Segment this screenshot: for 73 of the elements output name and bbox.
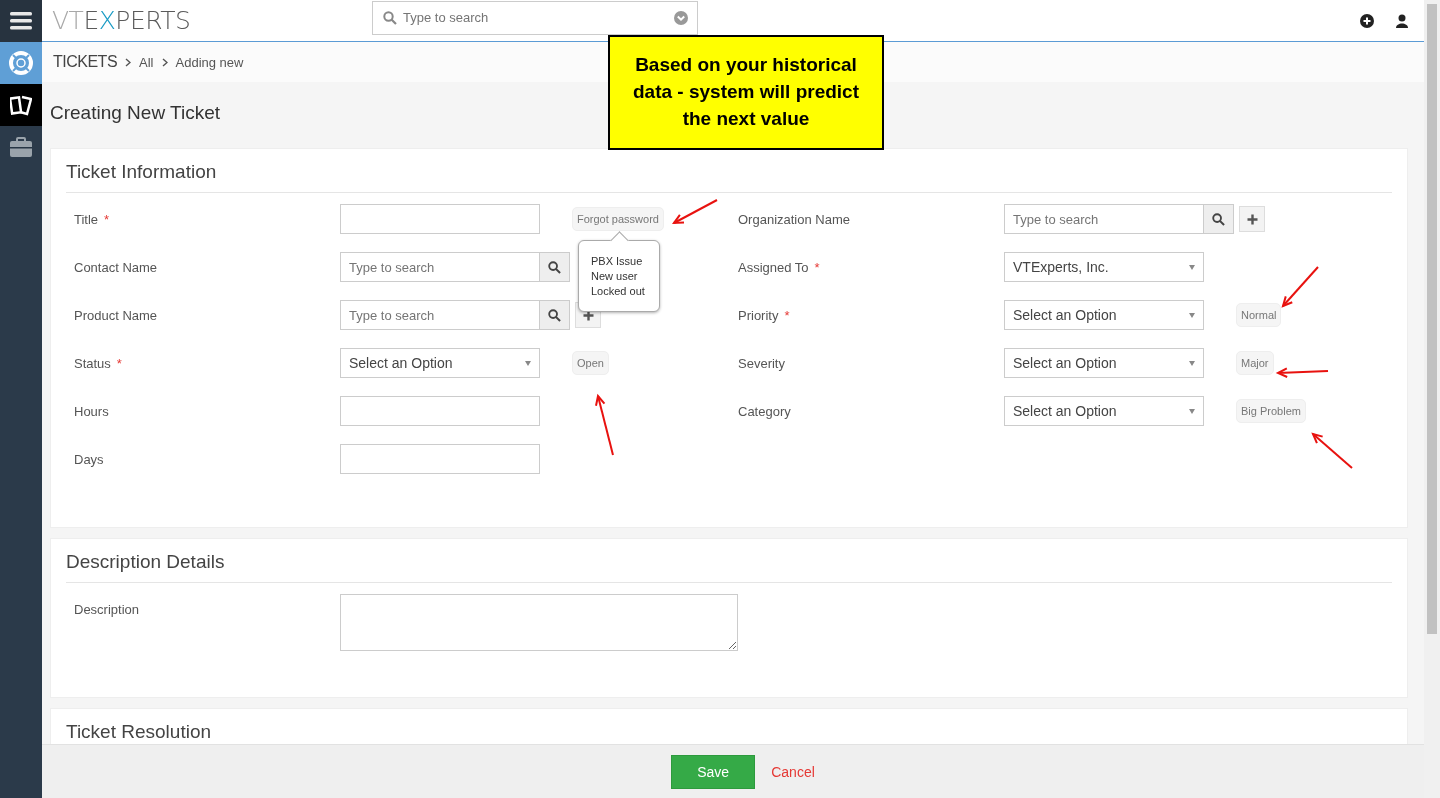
lookup-field[interactable]: Type to search bbox=[1004, 204, 1204, 234]
search-button[interactable] bbox=[540, 252, 570, 282]
suggestion-option[interactable]: New user bbox=[591, 269, 651, 284]
field-label: Product Name bbox=[74, 308, 158, 323]
caret-icon bbox=[1189, 312, 1195, 318]
required-mark: * bbox=[104, 212, 110, 227]
select-dropdown[interactable]: Select an Option bbox=[1004, 348, 1204, 378]
search-field[interactable]: Type to search bbox=[372, 0, 698, 35]
user-icon[interactable] bbox=[1396, 13, 1408, 28]
text-field[interactable] bbox=[340, 204, 540, 234]
cancel-link[interactable]: Cancel bbox=[771, 763, 815, 780]
chevron-down-icon[interactable] bbox=[674, 10, 688, 25]
arrow bbox=[1311, 432, 1353, 469]
chevron-right-icon bbox=[125, 57, 132, 67]
breadcrumb-link[interactable]: Adding new bbox=[175, 54, 244, 70]
field-label: Assigned To bbox=[738, 260, 809, 275]
search-button[interactable] bbox=[540, 300, 570, 330]
chevron-right-icon bbox=[161, 57, 168, 67]
section-title: Description Details bbox=[66, 539, 1392, 583]
required-mark: * bbox=[784, 308, 790, 323]
add-icon[interactable] bbox=[1360, 13, 1374, 28]
required-mark: * bbox=[116, 356, 122, 371]
arrow bbox=[671, 199, 718, 225]
field-label: Description bbox=[74, 602, 140, 617]
lookup-field[interactable]: Type to search bbox=[340, 300, 540, 330]
arrow bbox=[1281, 266, 1319, 308]
suggestion-option[interactable]: PBX Issue bbox=[591, 254, 651, 269]
caret-icon bbox=[525, 360, 531, 366]
field-label: Status bbox=[74, 356, 111, 371]
field-label: Title bbox=[74, 212, 99, 227]
callout-note: Based on your historical data - system will predict the next value bbox=[608, 35, 884, 150]
suggestion-chip[interactable]: Open bbox=[572, 351, 609, 375]
search-icon bbox=[383, 10, 397, 25]
scrollbar[interactable] bbox=[1424, 0, 1440, 798]
field-label: Days bbox=[74, 452, 104, 467]
text-field[interactable] bbox=[340, 444, 540, 474]
suggestion-chip[interactable]: Major bbox=[1236, 351, 1274, 375]
arrow bbox=[1275, 367, 1329, 378]
field-label: Contact Name bbox=[74, 260, 158, 275]
text-field[interactable] bbox=[340, 396, 540, 426]
required-mark: * bbox=[814, 260, 820, 275]
select-dropdown[interactable]: Select an Option bbox=[340, 348, 540, 378]
add-button[interactable] bbox=[1239, 206, 1265, 232]
field-label: Priority bbox=[738, 308, 779, 323]
search-button[interactable] bbox=[1204, 204, 1234, 234]
page-title: Creating New Ticket bbox=[50, 102, 220, 124]
breadcrumb-link[interactable]: All bbox=[139, 54, 154, 70]
search-icon bbox=[548, 260, 561, 274]
caret-icon bbox=[1189, 408, 1195, 414]
search-icon bbox=[548, 308, 561, 322]
suggestion-chip[interactable]: Big Problem bbox=[1236, 399, 1306, 423]
field-label: Category bbox=[738, 404, 791, 419]
field-label: Hours bbox=[74, 404, 109, 419]
ticket-icon[interactable] bbox=[0, 84, 42, 126]
select-dropdown[interactable]: Select an Option bbox=[1004, 396, 1204, 426]
caret-icon bbox=[1189, 360, 1195, 366]
menu-icon[interactable] bbox=[0, 0, 42, 42]
plus-icon bbox=[1246, 213, 1258, 225]
select-dropdown[interactable]: Select an Option bbox=[1004, 300, 1204, 330]
search-icon bbox=[1212, 212, 1225, 226]
select-dropdown[interactable]: VTExperts, Inc. bbox=[1004, 252, 1204, 282]
description-field[interactable] bbox=[340, 594, 738, 651]
field-label: Severity bbox=[738, 356, 785, 371]
suggestion-chip[interactable]: Forgot password bbox=[572, 207, 664, 231]
breadcrumb-link[interactable]: TICKETS bbox=[53, 53, 118, 71]
caret-icon bbox=[1189, 264, 1195, 270]
logo[interactable]: VTEXPERTS bbox=[52, 6, 372, 35]
plus-icon bbox=[582, 309, 594, 321]
suggestion-chip[interactable]: Normal bbox=[1236, 303, 1282, 327]
arrow bbox=[595, 393, 614, 456]
field-label: Organization Name bbox=[738, 212, 850, 227]
suggestion-option[interactable]: Locked out bbox=[591, 284, 651, 299]
lookup-field[interactable]: Type to search bbox=[340, 252, 540, 282]
